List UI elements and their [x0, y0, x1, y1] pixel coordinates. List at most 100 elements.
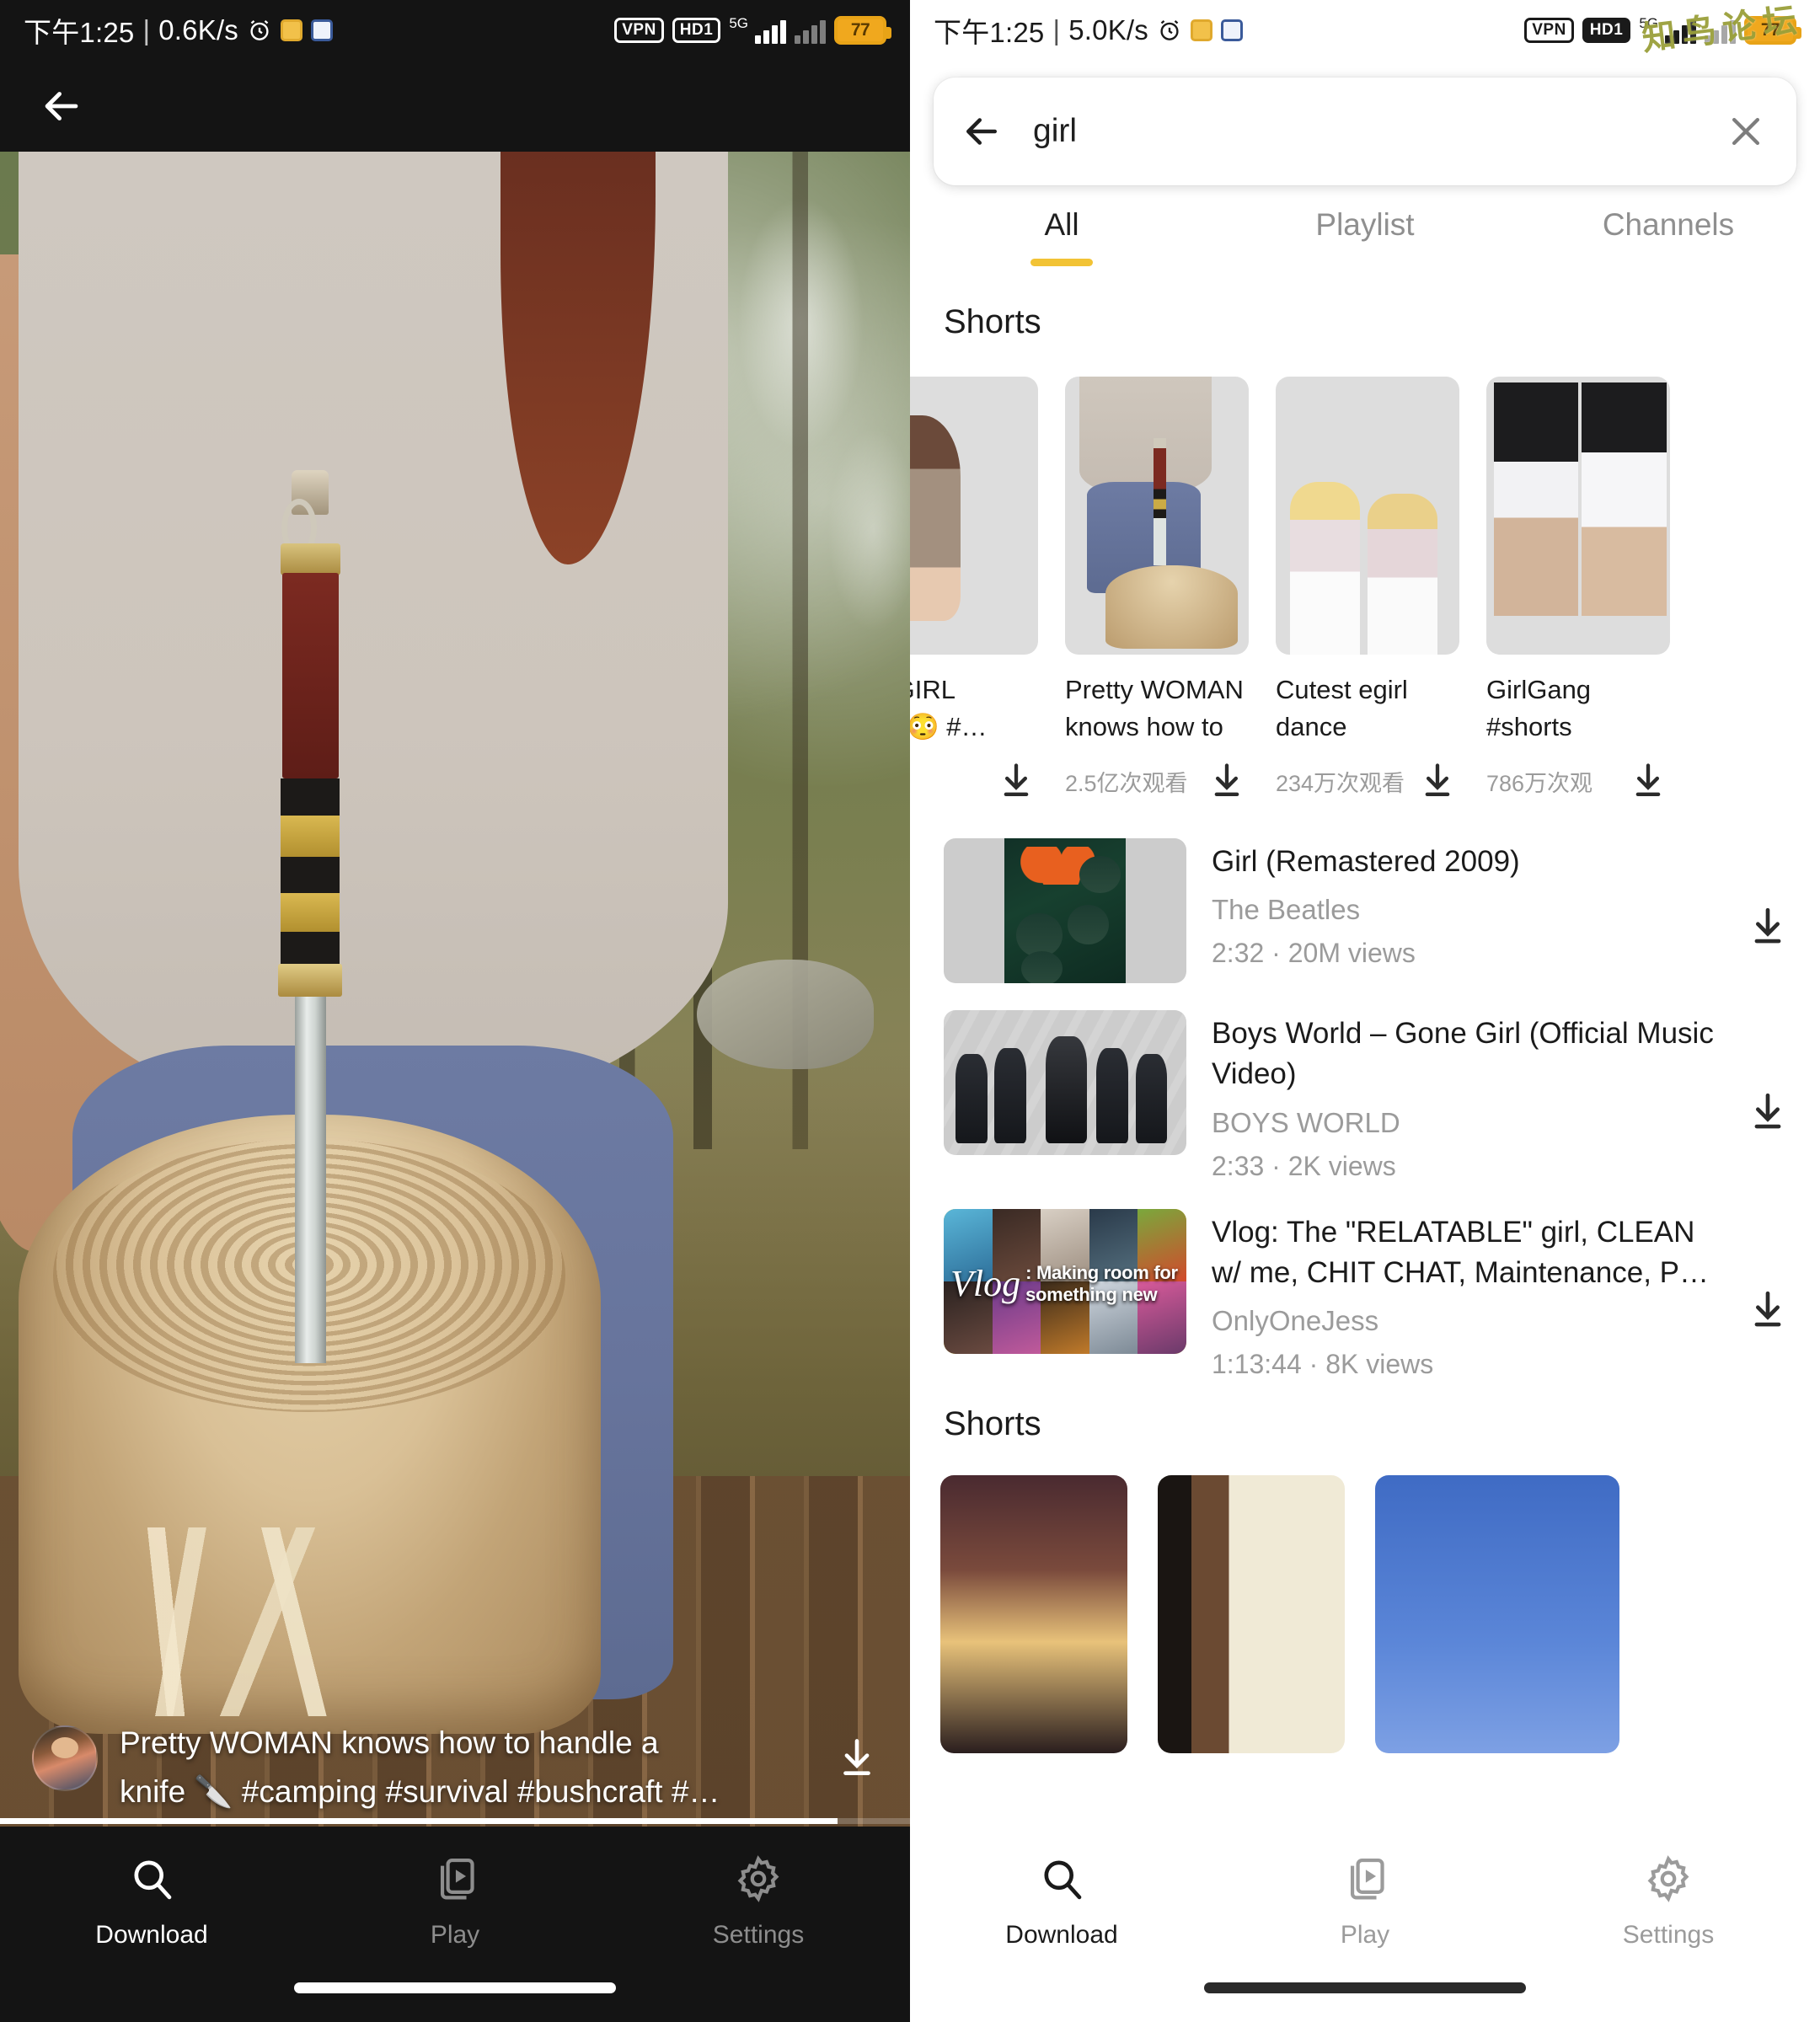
- avatar[interactable]: [32, 1725, 98, 1792]
- signal-bars-secondary-icon: [1705, 17, 1736, 44]
- shorts-card[interactable]: Cutest egirl dance 234万次观看: [1276, 377, 1459, 803]
- tab-label: Play: [430, 1921, 480, 1949]
- shorts-title-line-1: ST GIRL: [910, 675, 956, 704]
- battery-icon: 77: [1744, 16, 1801, 45]
- shorts-card[interactable]: ST GIRL RLD😳 #… 看: [910, 377, 1038, 803]
- video-thumbnail[interactable]: [944, 838, 1186, 983]
- shorts-thumbnail[interactable]: [1158, 1475, 1345, 1754]
- shorts-card[interactable]: Pretty WOMAN knows how to handl… 2.5亿次观看: [1065, 377, 1249, 803]
- shorts-thumbnail[interactable]: [1375, 1475, 1619, 1754]
- shorts-footer: 2.5亿次观看: [1065, 759, 1249, 803]
- download-icon[interactable]: [1744, 1056, 1791, 1136]
- shorts-thumbnail[interactable]: [940, 1475, 1127, 1754]
- video-result-row[interactable]: Vlog : Making room for something new Vlo…: [910, 1196, 1820, 1394]
- shorts-thumbnail[interactable]: [1486, 377, 1670, 655]
- close-icon[interactable]: [1724, 110, 1768, 153]
- shorts-title-line-2: knows how to handl…: [1065, 712, 1223, 742]
- video-result-row[interactable]: Girl (Remastered 2009) The Beatles 2:32 …: [910, 825, 1820, 997]
- shorts-thumbnail[interactable]: [910, 377, 1038, 655]
- video-duration: 2:32: [1212, 938, 1265, 969]
- shorts-thumbnail[interactable]: [1065, 377, 1249, 655]
- shorts-carousel-2[interactable]: [910, 1443, 1820, 1754]
- shorts-title-line-1: Pretty WOMAN: [1065, 675, 1244, 704]
- video-meta: Girl (Remastered 2009) The Beatles 2:32 …: [1212, 838, 1719, 969]
- hd-badge: HD1: [1582, 18, 1631, 43]
- tab-settings[interactable]: Settings: [1517, 1855, 1820, 1950]
- shorts-title-line-1: GirlGang: [1486, 675, 1592, 704]
- download-icon[interactable]: [1744, 1254, 1791, 1334]
- video-views: 2K views: [1287, 1150, 1396, 1181]
- video-title: Girl (Remastered 2009): [1212, 845, 1520, 878]
- search-bar[interactable]: girl: [934, 78, 1796, 185]
- shorts-title: Cutest egirl dance: [1276, 671, 1459, 747]
- video-title: Boys World – Gone Girl (Official Music V…: [1212, 1017, 1714, 1091]
- vpn-badge: VPN: [1524, 18, 1574, 43]
- download-icon[interactable]: [832, 1734, 881, 1783]
- app-badge-blue-icon: [1220, 19, 1243, 41]
- shorts-card[interactable]: GirlGang #shorts 786万次观: [1486, 377, 1670, 803]
- thumbnail-overlay-caption: : Making room for something new: [1025, 1262, 1178, 1306]
- video-progress-fill: [0, 1818, 838, 1824]
- download-icon[interactable]: [1205, 759, 1249, 803]
- shorts-footer: 786万次观: [1486, 759, 1670, 803]
- video-thumbnail[interactable]: Vlog : Making room for something new: [944, 1208, 1186, 1354]
- download-icon[interactable]: [994, 759, 1038, 803]
- tab-label: Play: [1340, 1921, 1390, 1949]
- tab-channels[interactable]: Channels: [1517, 207, 1820, 266]
- status-bar-right: 下午1:25 | 5.0K/s VPN HD1 5G 77: [910, 0, 1820, 61]
- video-surface[interactable]: Pretty WOMAN knows how to handle a knife…: [0, 152, 910, 1871]
- tab-label: Channels: [1602, 207, 1735, 242]
- video-thumbnail[interactable]: [944, 1010, 1186, 1155]
- app-badge-yellow-icon: [1190, 19, 1212, 41]
- tab-label: All: [1044, 207, 1079, 242]
- download-icon[interactable]: [1416, 759, 1459, 803]
- network-type-label: 5G: [1639, 15, 1658, 31]
- tab-playlist[interactable]: Playlist: [1213, 207, 1517, 266]
- shorts-thumbnail[interactable]: [1276, 377, 1459, 655]
- shorts-title: Pretty WOMAN knows how to handl…: [1065, 671, 1249, 747]
- status-separator: |: [1052, 14, 1061, 45]
- tab-play[interactable]: Play: [303, 1855, 607, 1950]
- shorts-title: GirlGang #shorts: [1486, 671, 1670, 747]
- dual-screenshot: 下午1:25 | 0.6K/s VPN HD1 5G 77 Pretty WOM…: [0, 0, 1820, 2022]
- tab-label: Download: [95, 1921, 208, 1949]
- download-icon[interactable]: [1744, 871, 1791, 950]
- shorts-title-line-2: RLD😳 #…: [910, 712, 988, 742]
- arrow-left-icon[interactable]: [959, 109, 1004, 154]
- video-progress-bar[interactable]: [0, 1818, 910, 1824]
- video-caption-row: Pretty WOMAN knows how to handle a knife…: [0, 1719, 910, 1816]
- tab-download[interactable]: Download: [910, 1855, 1213, 1950]
- shorts-carousel[interactable]: ST GIRL RLD😳 #… 看 Pretty W: [910, 341, 1820, 803]
- arrow-left-icon[interactable]: [37, 82, 86, 131]
- signal-bars-icon: [1665, 17, 1696, 44]
- download-icon[interactable]: [1626, 759, 1670, 803]
- hd-badge: HD1: [672, 18, 721, 43]
- video-channel: BOYS WORLD: [1212, 1106, 1400, 1138]
- tab-all[interactable]: All: [910, 207, 1213, 266]
- search-input[interactable]: girl: [1033, 113, 1695, 150]
- video-caption-line-2: knife 🔪 #camping #survival #bushcraft #…: [120, 1773, 720, 1809]
- tab-label: Download: [1005, 1921, 1118, 1949]
- shorts-title: ST GIRL RLD😳 #…: [910, 671, 1038, 747]
- tab-settings[interactable]: Settings: [607, 1855, 910, 1950]
- video-duration: 2:33: [1212, 1150, 1265, 1181]
- knife-graphic: [277, 469, 343, 1364]
- tab-download[interactable]: Download: [0, 1855, 303, 1950]
- video-results-list: Girl (Remastered 2009) The Beatles 2:32 …: [910, 803, 1820, 1393]
- status-network-speed: 5.0K/s: [1068, 14, 1148, 45]
- video-frame-image: [0, 152, 910, 1871]
- status-left-group: 下午1:25 | 0.6K/s: [24, 10, 333, 51]
- tab-play[interactable]: Play: [1213, 1855, 1517, 1950]
- thumbnail-script-word: Vlog: [950, 1263, 1021, 1305]
- video-result-row[interactable]: Boys World – Gone Girl (Official Music V…: [910, 997, 1820, 1196]
- tab-label: Playlist: [1315, 207, 1415, 242]
- video-views: 8K views: [1325, 1349, 1434, 1380]
- result-tabs: All Playlist Channels: [910, 207, 1820, 266]
- shorts-views: 234万次观看: [1276, 770, 1405, 796]
- video-caption-line-1: Pretty WOMAN knows how to handle a: [120, 1725, 659, 1761]
- bottom-tabbar-right: Download Play Settings: [910, 1827, 1820, 2022]
- search-icon: [1038, 1855, 1085, 1902]
- left-pane-video-player: 下午1:25 | 0.6K/s VPN HD1 5G 77 Pretty WOM…: [0, 0, 910, 2022]
- play-library-icon: [431, 1855, 479, 1902]
- video-subline: 1:13:44 · 8K views: [1212, 1349, 1719, 1380]
